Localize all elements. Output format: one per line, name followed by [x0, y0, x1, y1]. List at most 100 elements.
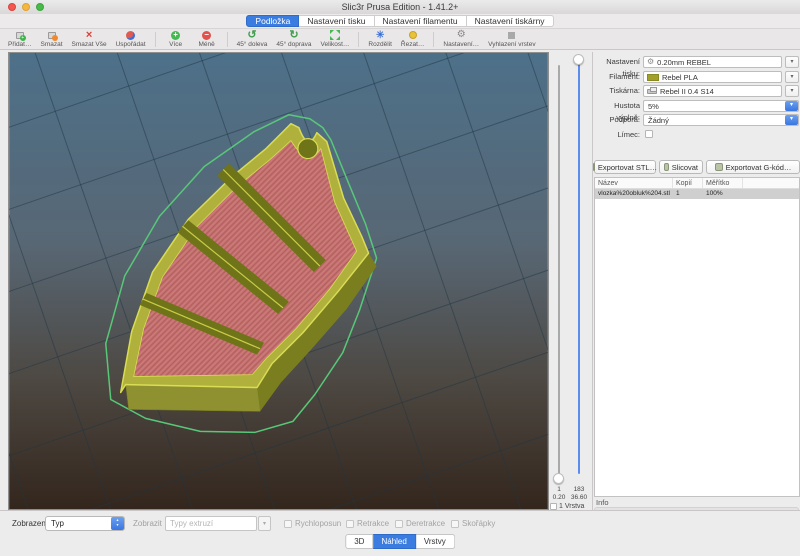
more-copies-icon: +: [171, 30, 180, 40]
column-scale: Měřítko: [703, 178, 743, 188]
toolbar-separator: [358, 32, 359, 47]
more-copies-button[interactable]: + Více: [165, 30, 187, 48]
cut-button[interactable]: Řezat…: [401, 30, 424, 48]
mode-preview-button[interactable]: Náhled: [373, 534, 415, 549]
main-tab-bar: Podložka Nastavení tisku Nastavení filam…: [0, 14, 800, 28]
rotate-left-button[interactable]: ↺ 45° doleva: [237, 30, 268, 48]
export-gcode-icon: [715, 163, 723, 171]
lower-layer-slider-knob[interactable]: [553, 473, 564, 484]
filament-color-swatch: [647, 74, 659, 81]
support-popup[interactable]: Žádný ▾: [643, 114, 799, 126]
upper-layer-slider-track[interactable]: [578, 60, 580, 474]
fewer-copies-button[interactable]: − Méně: [196, 30, 218, 48]
tab-print-settings[interactable]: Nastavení tisku: [299, 15, 374, 27]
object-list-header: Název Kopií Měřítko: [595, 178, 799, 189]
infill-popup[interactable]: 5% ▾: [643, 100, 799, 112]
filament-combo[interactable]: Rebel PLA: [643, 71, 782, 83]
fewer-copies-icon: −: [202, 30, 211, 40]
single-layer-checkbox[interactable]: 1 Vrstva: [550, 503, 584, 510]
model-corner-hole: [298, 139, 318, 159]
toolbar-separator: [433, 32, 434, 47]
gear-icon: ⚙: [647, 57, 654, 67]
plater-toolbar: + Přidat… Smazat × Smazat Vše Uspořádat …: [0, 28, 800, 50]
lower-layer-number: 1: [549, 486, 569, 493]
view-label: Zobrazení: [12, 516, 48, 531]
scale-icon: [330, 30, 340, 40]
mode-3d-button[interactable]: 3D: [345, 534, 373, 549]
tab-filament-settings[interactable]: Nastavení filamentu: [375, 15, 467, 27]
delete-all-icon: ×: [86, 30, 92, 40]
toolbar-separator: [155, 32, 156, 47]
lower-layer-height: 0.20: [549, 494, 569, 501]
preview-bottom-bar: Zobrazení Typ ▴▾ Zobrazit ▾ Rychloposun …: [0, 510, 800, 556]
print-bed-scene: [9, 53, 548, 509]
object-copies: 1: [673, 189, 703, 199]
single-layer-checkbox-box[interactable]: [550, 503, 557, 510]
export-stl-button[interactable]: Exportovat STL…: [594, 160, 656, 174]
rotate-left-icon: ↺: [247, 30, 256, 40]
print-settings-dropdown-button[interactable]: ▾: [785, 56, 799, 68]
minimize-window-button[interactable]: [22, 3, 30, 11]
toolbar-separator: [227, 32, 228, 47]
printer-dropdown-button[interactable]: ▾: [785, 85, 799, 97]
object-name: vlozka%20obluk%204.stl: [595, 189, 673, 199]
arrange-button[interactable]: Uspořádat: [116, 30, 146, 48]
split-button[interactable]: ✳ Rozdělit: [368, 30, 391, 48]
mode-layers-button[interactable]: Vrstvy: [416, 534, 455, 549]
delete-button[interactable]: Smazat: [40, 30, 62, 48]
layer-smoothing-button[interactable]: Vyhlazení vrstev: [488, 30, 535, 48]
filament-label: Filament:: [593, 71, 640, 83]
settings-sidebar: Nastavení tisku: ⚙ 0.20mm REBEL ▾ Filame…: [592, 52, 800, 510]
delete-all-button[interactable]: × Smazat Vše: [72, 30, 107, 48]
printer-combo[interactable]: Rebel II 0.4 S14: [643, 85, 782, 97]
support-label: Podpora:: [593, 114, 640, 126]
rotate-right-button[interactable]: ↻ 45° doprava: [276, 30, 311, 48]
object-scale: 100%: [703, 189, 743, 199]
zoom-window-button[interactable]: [36, 3, 44, 11]
split-icon: ✳: [376, 30, 384, 40]
single-layer-label: 1 Vrstva: [559, 503, 584, 510]
object-settings-icon: ⚙: [457, 30, 466, 40]
lower-layer-slider-track[interactable]: [558, 65, 560, 477]
show-label: Zobrazit: [133, 516, 162, 531]
chevron-down-icon: ▾: [785, 101, 798, 111]
column-name: Název: [595, 178, 673, 188]
object-settings-button[interactable]: ⚙ Nastavení…: [443, 30, 479, 48]
tab-plater[interactable]: Podložka: [246, 15, 299, 27]
arrange-icon: [126, 30, 135, 40]
remove-object-icon: [48, 30, 56, 40]
print-settings-combo[interactable]: ⚙ 0.20mm REBEL: [643, 56, 782, 68]
scale-button[interactable]: Velikost…: [321, 30, 350, 48]
view-mode-segmented-control: 3D Náhled Vrstvy: [345, 534, 455, 549]
title-bar: Slic3r Prusa Edition - 1.41.2+: [0, 0, 800, 14]
upper-layer-number: 183: [569, 486, 589, 493]
add-button[interactable]: + Přidat…: [8, 30, 31, 48]
cut-icon: [409, 30, 417, 40]
object-list-table: Název Kopií Měřítko vlozka%20obluk%204.s…: [594, 177, 800, 497]
travel-checkbox: Rychloposun: [284, 519, 341, 528]
upper-layer-slider-knob[interactable]: [573, 54, 584, 65]
stepper-arrows-icon: ▴▾: [111, 517, 124, 530]
add-object-icon: +: [16, 30, 24, 40]
brim-label: Límec:: [593, 129, 640, 141]
layer-slider-strip: 1 183 0.20 36.60 1 Vrstva: [549, 52, 592, 510]
filament-dropdown-button[interactable]: ▾: [785, 71, 799, 83]
rotate-right-icon: ↻: [289, 30, 298, 40]
view-type-dropdown[interactable]: Typ ▴▾: [45, 516, 125, 531]
brim-checkbox[interactable]: [645, 130, 653, 138]
column-copies: Kopií: [673, 178, 703, 188]
printer-icon: [647, 89, 657, 94]
close-window-button[interactable]: [8, 3, 16, 11]
extrusion-type-dropdown-button: ▾: [258, 516, 271, 531]
export-gcode-button[interactable]: Exportovat G-kód…: [706, 160, 800, 174]
info-section-title: Info: [596, 498, 609, 507]
layer-smoothing-icon: [508, 30, 515, 40]
slice-button[interactable]: Slicovat: [659, 160, 703, 174]
export-stl-icon: [593, 163, 595, 171]
preview-3d-viewport[interactable]: [8, 52, 549, 510]
printer-label: Tiskárna:: [593, 85, 640, 97]
tab-printer-settings[interactable]: Nastavení tiskárny: [467, 15, 554, 27]
model-front-wall: [126, 385, 261, 412]
extrusion-type-input: [165, 516, 257, 531]
table-row[interactable]: vlozka%20obluk%204.stl 1 100%: [595, 189, 799, 199]
